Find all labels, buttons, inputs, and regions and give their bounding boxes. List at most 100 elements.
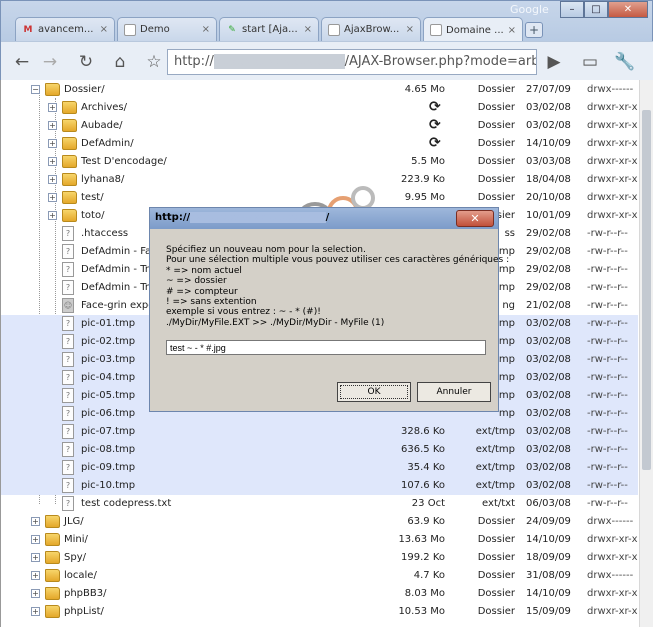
rename-input[interactable]	[166, 340, 486, 355]
go-icon[interactable]: ▶	[542, 50, 566, 74]
file-type: ss	[504, 228, 515, 239]
file-type: ext/txt	[482, 498, 515, 509]
file-permissions: -rw-r--r--	[587, 498, 628, 509]
expand-icon[interactable]: +	[48, 103, 57, 112]
close-tab-icon[interactable]: ×	[202, 24, 210, 35]
table-row[interactable]: + Archives/ ⟳ Dossier 03/02/08 drwxr-xr-x	[1, 99, 638, 117]
bookmark-star-icon[interactable]: ☆	[142, 50, 166, 74]
wiki-icon: ✎	[228, 24, 236, 35]
file-permissions: drwxr-xr-x	[587, 156, 638, 167]
file-date: 14/10/09	[526, 534, 571, 545]
file-size: 23 Oct	[411, 498, 445, 509]
close-tab-icon[interactable]: ×	[304, 24, 312, 35]
new-tab-button[interactable]: +	[525, 22, 543, 38]
tab-demo[interactable]: Demo ×	[117, 17, 217, 41]
close-tab-icon[interactable]: ×	[508, 25, 516, 36]
table-row[interactable]: ? pic-08.tmp 636.5 Ko ext/tmp 03/02/08 -rw-r-…	[1, 441, 638, 459]
file-name: lyhana8/	[81, 174, 125, 185]
file-date: 15/09/09	[526, 606, 571, 617]
file-size: 10.53 Mo	[398, 606, 445, 617]
expand-icon[interactable]: +	[48, 139, 57, 148]
forward-arrow-icon[interactable]: →	[38, 50, 62, 74]
address-bar[interactable]: http://xxxxxxxxxxxxxxxxx/AJAX-Browser.ph…	[167, 49, 537, 75]
expand-icon[interactable]: +	[31, 553, 40, 562]
file-type: mp	[498, 372, 515, 383]
close-tab-icon[interactable]: ×	[100, 24, 108, 35]
expand-icon[interactable]: +	[48, 175, 57, 184]
ok-button[interactable]: OK	[337, 382, 411, 402]
window-controls: – □ ✕	[560, 1, 648, 18]
image-file-icon: ☺	[62, 298, 74, 313]
expand-icon[interactable]: +	[31, 535, 40, 544]
table-row[interactable]: − Dossier/4.65 Mo Dossier 27/07/09 drwx-----…	[1, 81, 638, 99]
file-permissions: drwx------	[587, 84, 634, 95]
file-date: 03/02/08	[526, 408, 571, 419]
expand-icon[interactable]: +	[31, 517, 40, 526]
dialog-title: http://xxxxxxxxxxxxxxxxxxxxx/	[150, 208, 498, 229]
file-name: DefAdmin - Try	[81, 264, 155, 275]
expand-icon[interactable]: +	[31, 607, 40, 616]
folder-icon	[45, 569, 60, 582]
cancel-button[interactable]: Annuler	[417, 382, 491, 402]
reload-icon[interactable]: ↻	[74, 50, 98, 74]
maximize-button[interactable]: □	[584, 1, 608, 18]
tab-start[interactable]: ✎ start [Aja... ×	[219, 17, 319, 41]
tab-gmail[interactable]: Mavancem... ×	[15, 17, 115, 41]
expand-icon[interactable]: +	[48, 121, 57, 130]
file-date: 03/02/08	[526, 120, 571, 131]
file-name: test/	[81, 192, 104, 203]
expand-icon[interactable]: +	[48, 193, 57, 202]
home-icon[interactable]: ⌂	[108, 50, 132, 74]
dialog-close-button[interactable]: ✕	[456, 210, 494, 227]
minimize-button[interactable]: –	[560, 1, 584, 18]
tab-ajaxbrowser[interactable]: AjaxBrow... ×	[321, 17, 421, 41]
file-permissions: -rw-r--r--	[587, 282, 628, 293]
expand-icon[interactable]: +	[31, 571, 40, 580]
page-icon	[430, 24, 442, 36]
file-icon: ?	[62, 424, 74, 439]
tab-domaine[interactable]: Domaine ... ×	[423, 17, 523, 42]
file-type: Dossier	[477, 84, 515, 95]
table-row[interactable]: + phpBB3/8.03 Mo Dossier 14/10/09 drwxr-xr-x	[1, 585, 638, 603]
file-name: locale/	[64, 570, 97, 581]
file-date: 03/02/08	[526, 372, 571, 383]
file-date: 24/09/09	[526, 516, 571, 527]
file-permissions: drwxr-xr-x	[587, 606, 638, 617]
vertical-scrollbar[interactable]	[639, 80, 653, 627]
expand-icon[interactable]: +	[48, 211, 57, 220]
file-name: pic-02.tmp	[81, 336, 136, 347]
table-row[interactable]: ? test codepress.txt 23 Oct ext/txt 06/03/08…	[1, 495, 638, 513]
table-row[interactable]: ? pic-07.tmp 328.6 Ko ext/tmp 03/02/08 -rw-r-…	[1, 423, 638, 441]
expand-icon[interactable]: +	[48, 157, 57, 166]
close-window-button[interactable]: ✕	[608, 1, 648, 18]
file-type: Dossier	[477, 588, 515, 599]
table-row[interactable]: ? pic-09.tmp 35.4 Ko ext/tmp 03/02/08 -rw-r--…	[1, 459, 638, 477]
file-name: test codepress.txt	[81, 498, 172, 509]
file-size: 107.6 Ko	[401, 480, 445, 491]
file-icon: ?	[62, 442, 74, 457]
scrollbar-thumb[interactable]	[642, 110, 651, 470]
table-row[interactable]: + phpList/10.53 Mo Dossier 15/09/09 drwxr-xr…	[1, 603, 638, 621]
table-row[interactable]: + Aubade/ ⟳ Dossier 03/02/08 drwxr-xr-x	[1, 117, 638, 135]
page-menu-icon[interactable]: ▭	[578, 50, 602, 74]
table-row[interactable]: + Spy/199.2 Ko Dossier 18/09/09 drwxr-xr-x	[1, 549, 638, 567]
table-row[interactable]: + JLG/63.9 Ko Dossier 24/09/09 drwx------	[1, 513, 638, 531]
file-icon: ?	[62, 244, 74, 259]
table-row[interactable]: + DefAdmin/ ⟳ Dossier 14/10/09 drwxr-xr-x	[1, 135, 638, 153]
wrench-icon[interactable]: 🔧	[613, 50, 637, 74]
collapse-icon[interactable]: −	[31, 85, 40, 94]
table-row[interactable]: + Test D'encodage/5.5 Mo Dossier 03/03/08 dr…	[1, 153, 638, 171]
table-row[interactable]: + Mini/13.63 Mo Dossier 14/10/09 drwxr-xr-x	[1, 531, 638, 549]
file-date: 20/10/08	[526, 192, 571, 203]
expand-icon[interactable]: +	[31, 589, 40, 598]
file-type: Dossier	[477, 570, 515, 581]
table-row[interactable]: + locale/4.7 Ko Dossier 31/08/09 drwx------	[1, 567, 638, 585]
file-date: 03/02/08	[526, 390, 571, 401]
file-permissions: -rw-r--r--	[587, 408, 628, 419]
file-date: 27/07/09	[526, 84, 571, 95]
tab-strip: Mavancem... × Demo × ✎ start [Aja... × AjaxB…	[15, 17, 543, 42]
back-arrow-icon[interactable]: ←	[10, 50, 34, 74]
table-row[interactable]: ? pic-10.tmp 107.6 Ko ext/tmp 03/02/08 -rw-r-…	[1, 477, 638, 495]
file-name: phpList/	[64, 606, 104, 617]
close-tab-icon[interactable]: ×	[406, 24, 414, 35]
